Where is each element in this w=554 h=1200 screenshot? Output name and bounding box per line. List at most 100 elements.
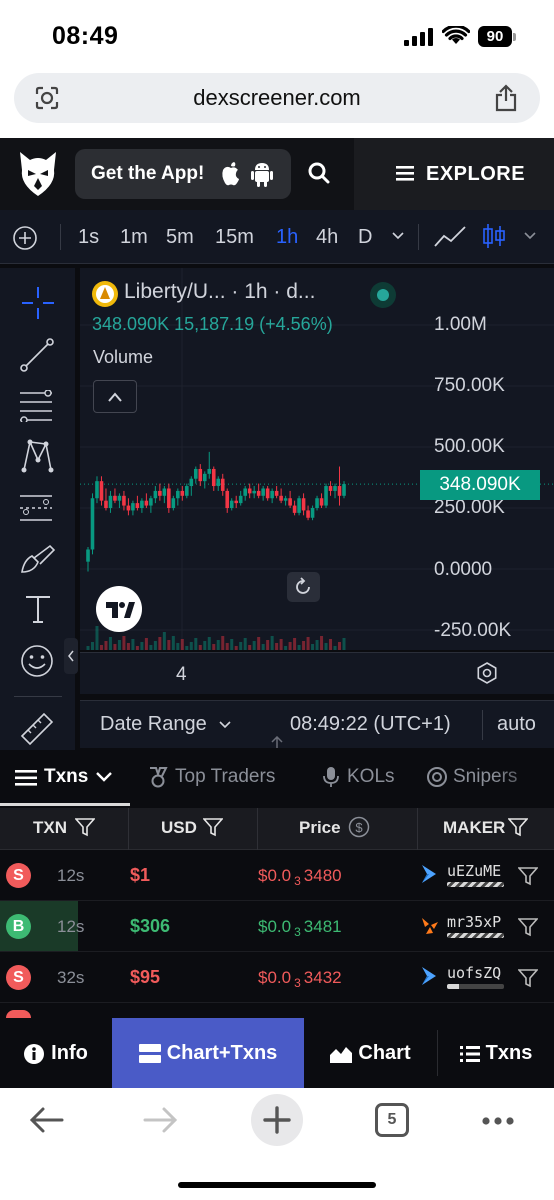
- candle[interactable]: [342, 481, 346, 499]
- candle[interactable]: [117, 493, 122, 508]
- candle[interactable]: [225, 488, 230, 513]
- candle[interactable]: [131, 500, 135, 516]
- ruler-icon[interactable]: [20, 712, 54, 746]
- collapse-toolbar-button[interactable]: [64, 638, 78, 674]
- get-app-button[interactable]: Get the App!: [75, 149, 291, 199]
- share-icon[interactable]: [494, 84, 518, 112]
- candle[interactable]: [301, 493, 306, 516]
- filter-maker-icon[interactable]: [518, 968, 538, 988]
- nav-chart-txns-button[interactable]: Chart+Txns: [112, 1018, 304, 1088]
- candle[interactable]: [247, 483, 252, 499]
- currency-toggle-icon[interactable]: $: [348, 816, 370, 838]
- brush-icon[interactable]: [20, 544, 56, 576]
- col-header-maker[interactable]: MAKER: [443, 818, 505, 838]
- candle[interactable]: [319, 493, 324, 508]
- candle[interactable]: [256, 483, 261, 499]
- nav-chart-button[interactable]: Chart: [304, 1018, 437, 1088]
- candle[interactable]: [99, 476, 104, 506]
- candle[interactable]: [337, 466, 342, 506]
- candle[interactable]: [202, 471, 207, 489]
- candle[interactable]: [211, 466, 216, 491]
- candle[interactable]: [220, 473, 225, 496]
- line-chart-icon[interactable]: [434, 224, 466, 248]
- timeframe-15m[interactable]: 15m: [215, 210, 254, 264]
- candle[interactable]: [207, 451, 212, 479]
- candle[interactable]: [292, 500, 297, 516]
- candle[interactable]: [86, 547, 90, 572]
- reset-chart-button[interactable]: [287, 572, 320, 602]
- candle[interactable]: [158, 483, 162, 501]
- emoji-icon[interactable]: [20, 644, 54, 678]
- add-indicator-icon[interactable]: [12, 225, 38, 251]
- candle[interactable]: [238, 490, 243, 506]
- candle[interactable]: [185, 483, 189, 499]
- candle[interactable]: [140, 498, 144, 513]
- filter-icon[interactable]: [75, 817, 95, 837]
- candle[interactable]: [288, 490, 292, 508]
- candle[interactable]: [229, 498, 234, 511]
- col-header-txn[interactable]: TXN: [33, 818, 67, 838]
- col-header-price[interactable]: Price: [299, 818, 341, 838]
- auto-scale-button[interactable]: auto: [497, 713, 536, 736]
- candle[interactable]: [279, 488, 283, 504]
- candle[interactable]: [193, 466, 198, 484]
- candle[interactable]: [176, 488, 180, 506]
- table-row[interactable]: S 12s $1 $0.0 3 3480 uEZuME: [0, 850, 554, 901]
- text-tool-icon[interactable]: [24, 594, 52, 624]
- pattern-tool-icon[interactable]: [20, 438, 54, 474]
- col-header-usd[interactable]: USD: [161, 818, 197, 838]
- chart-clock[interactable]: 08:49:22 (UTC+1): [290, 713, 451, 736]
- dexscreener-logo-icon[interactable]: [18, 150, 58, 198]
- maker-address[interactable]: uEZuME: [447, 862, 501, 880]
- candle[interactable]: [283, 495, 288, 506]
- new-tab-button[interactable]: [251, 1094, 303, 1146]
- candle[interactable]: [270, 488, 274, 504]
- back-arrow-icon[interactable]: [28, 1106, 64, 1134]
- explore-button[interactable]: EXPLORE: [354, 138, 554, 210]
- search-icon[interactable]: [308, 162, 330, 184]
- forecast-tool-icon[interactable]: [18, 492, 54, 524]
- tab-kols[interactable]: KOLs: [347, 766, 395, 788]
- filter-icon[interactable]: [203, 817, 223, 837]
- candle[interactable]: [153, 486, 158, 504]
- tradingview-logo-icon[interactable]: [96, 586, 142, 632]
- maker-address[interactable]: uofsZQ: [447, 964, 501, 982]
- timeframe-4h[interactable]: 4h: [316, 210, 338, 264]
- candle[interactable]: [333, 483, 337, 499]
- candle[interactable]: [324, 483, 328, 508]
- timeframe-D[interactable]: D: [358, 210, 372, 264]
- date-range-button[interactable]: Date Range: [100, 713, 207, 736]
- timeframe-1m[interactable]: 1m: [120, 210, 148, 264]
- timeframe-1h[interactable]: 1h: [276, 210, 298, 264]
- candle[interactable]: [180, 486, 185, 501]
- filter-maker-icon[interactable]: [518, 866, 538, 886]
- candle[interactable]: [243, 486, 247, 501]
- timeframe-5m[interactable]: 5m: [166, 210, 194, 264]
- candle[interactable]: [216, 476, 221, 491]
- crosshair-icon[interactable]: [20, 285, 56, 321]
- candle[interactable]: [113, 488, 117, 504]
- candle[interactable]: [274, 486, 279, 499]
- collapse-legend-button[interactable]: [93, 380, 137, 413]
- filter-maker-icon[interactable]: [518, 917, 538, 937]
- candle[interactable]: [189, 476, 194, 496]
- trendline-icon[interactable]: [20, 338, 54, 372]
- filter-icon[interactable]: [508, 817, 528, 837]
- candle[interactable]: [198, 464, 203, 487]
- timeframe-1s[interactable]: 1s: [78, 210, 99, 264]
- candle[interactable]: [162, 486, 167, 504]
- url-text[interactable]: dexscreener.com: [14, 73, 540, 123]
- candle[interactable]: [108, 490, 113, 513]
- chart-settings-icon[interactable]: [476, 662, 498, 684]
- candle[interactable]: [95, 476, 99, 504]
- candle[interactable]: [297, 495, 301, 516]
- candle[interactable]: [149, 495, 153, 513]
- candle[interactable]: [252, 486, 256, 499]
- timeframe-dropdown-icon[interactable]: [392, 232, 404, 240]
- tab-count-button[interactable]: 5: [375, 1103, 409, 1137]
- candle[interactable]: [90, 493, 95, 555]
- chart-type-dropdown-icon[interactable]: [524, 232, 536, 240]
- candle[interactable]: [328, 481, 333, 496]
- nav-txns-button[interactable]: Txns: [438, 1018, 554, 1088]
- candle[interactable]: [104, 488, 108, 511]
